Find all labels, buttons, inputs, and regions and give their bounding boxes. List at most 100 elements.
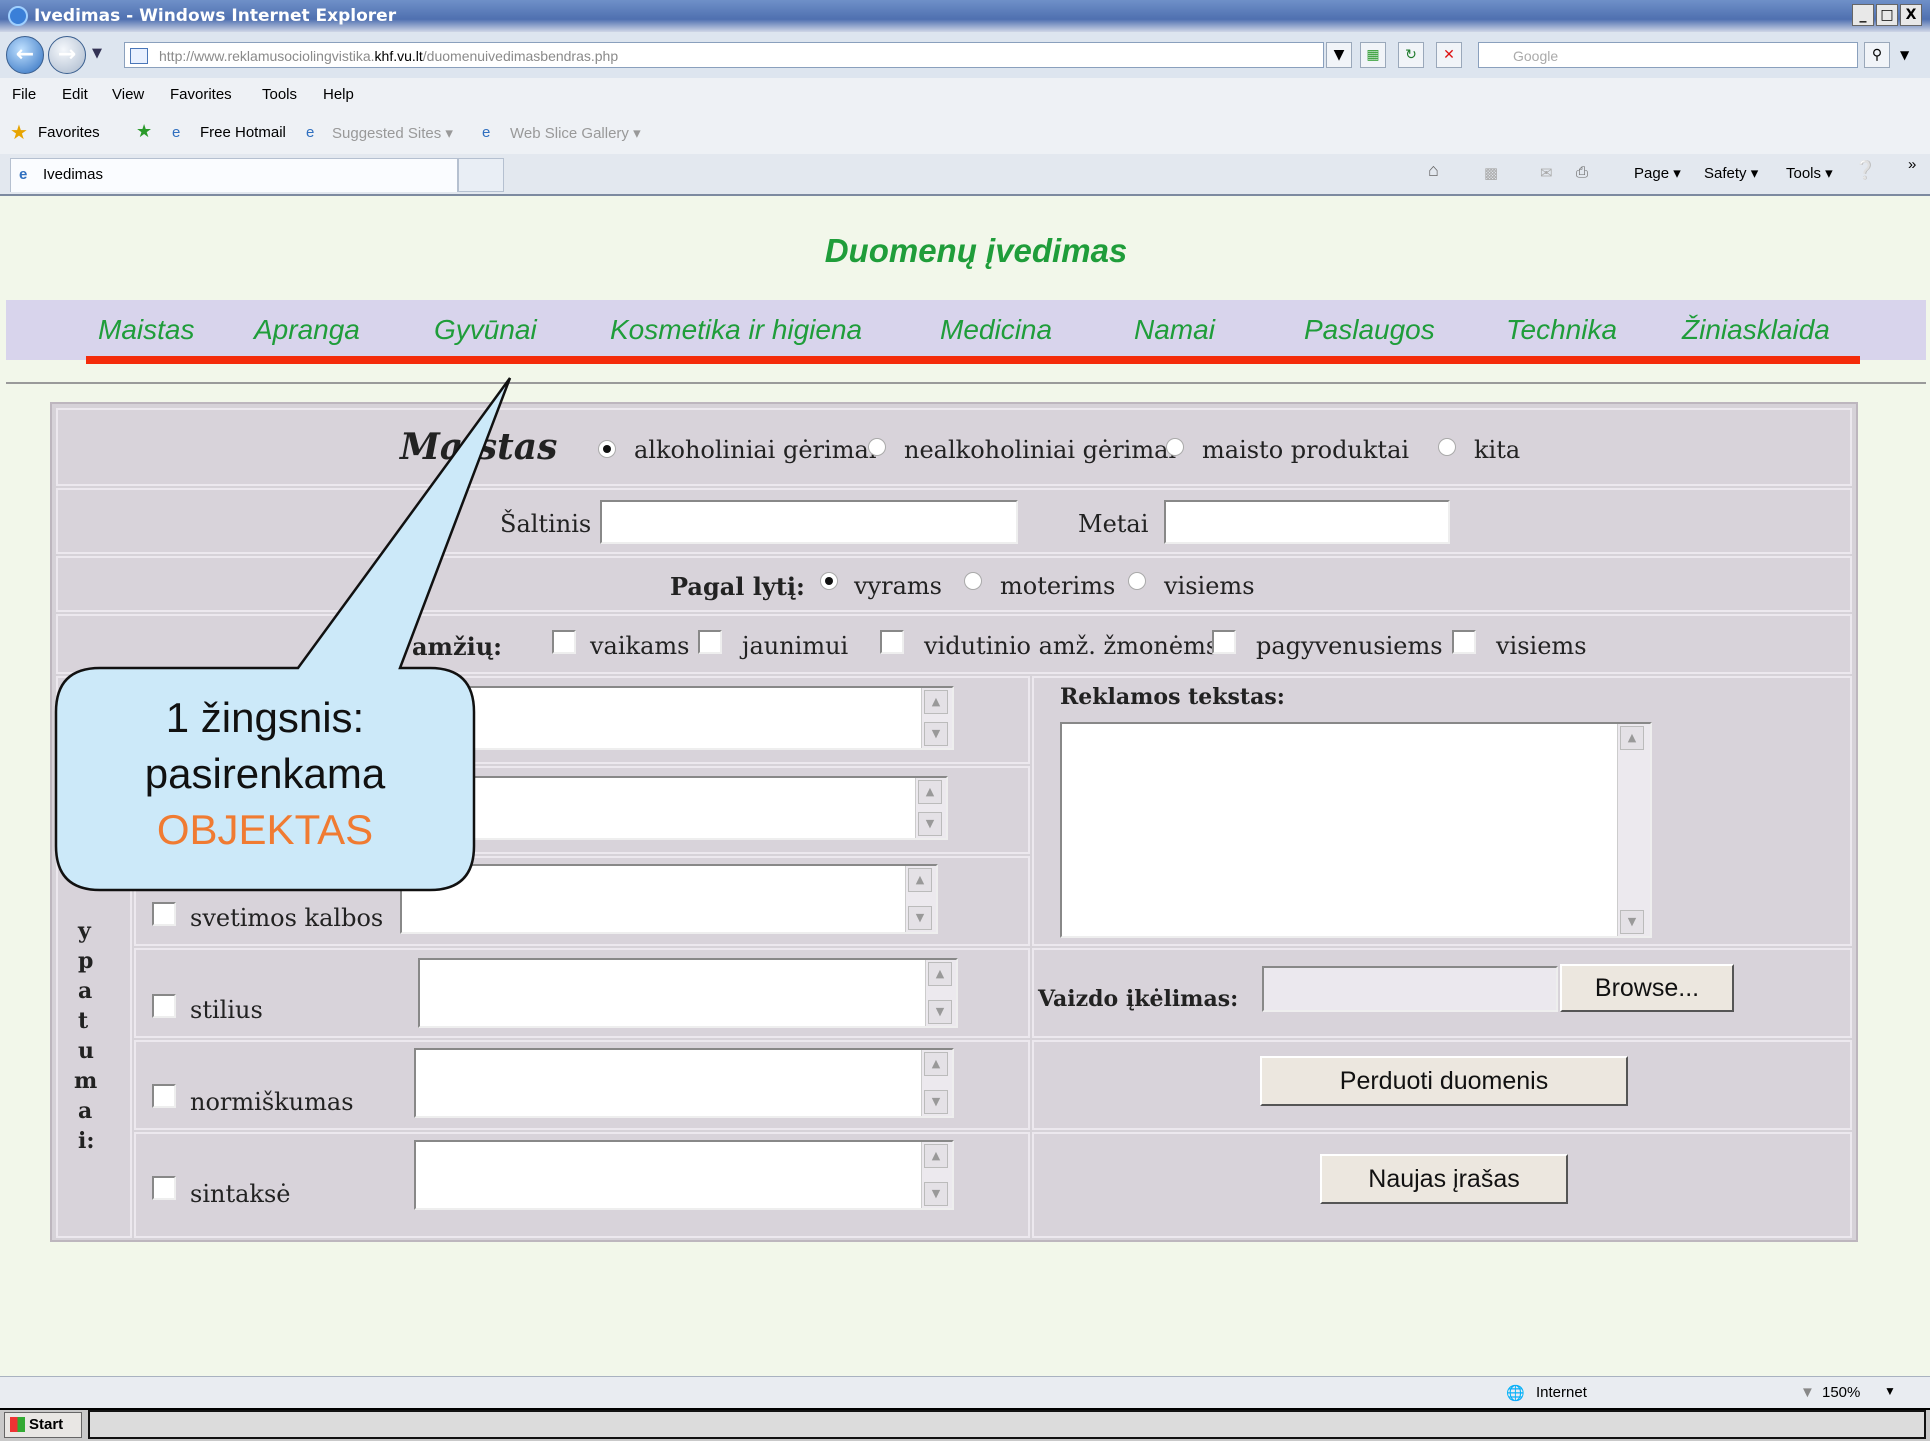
features-label-char: i: [78,1128,95,1154]
checkbox-jaunimui[interactable] [698,630,722,654]
menu-file[interactable]: File [12,86,36,103]
minimize-button[interactable]: _ [1852,4,1874,26]
menu-favorites[interactable]: Favorites [170,86,232,103]
menu-help[interactable]: Help [323,86,354,103]
search-input[interactable]: Google [1478,42,1858,68]
tab-ivedimas[interactable]: e Ivedimas [10,158,458,192]
feature-sintakse-label: sintaksė [190,1180,291,1208]
zoom-level[interactable]: 150% [1822,1384,1860,1401]
fav-web-slice-gallery[interactable]: Web Slice Gallery ▾ [510,124,641,142]
option-maisto-produktai-label: maisto produktai [1202,436,1410,464]
menu-view[interactable]: View [112,86,144,103]
nav-apranga[interactable]: Apranga [254,314,360,346]
mail-icon[interactable]: ✉ [1540,164,1553,182]
globe-icon: 🌐 [1506,1385,1525,1402]
svetimos-kalbos-textarea[interactable]: ▲ ▼ [400,864,938,934]
checkbox-sintakse[interactable] [152,1176,176,1200]
command-page[interactable]: Page ▾ [1634,164,1681,182]
zoom-dropdown-icon[interactable]: ▼ [1884,1384,1896,1398]
ad-text-cell: Reklamos tekstas: ▲ ▼ [1032,676,1852,946]
checkbox-normiskumas[interactable] [152,1084,176,1108]
menu-tools[interactable]: Tools [262,86,297,103]
checkbox-svetimos-kalbos[interactable] [152,902,176,926]
checkbox-vidutinio[interactable] [880,630,904,654]
new-record-cell: Naujas įrašas [1032,1132,1852,1238]
nav-paslaugos[interactable]: Paslaugos [1304,314,1435,346]
feeds-icon[interactable]: ▩ [1484,164,1498,182]
menu-edit[interactable]: Edit [62,86,88,103]
compatibility-view-icon[interactable]: ▦ [1360,42,1386,68]
image-path-input[interactable] [1262,966,1558,1012]
sintakse-textarea[interactable]: ▲ ▼ [414,1140,954,1210]
nav-namai[interactable]: Namai [1134,314,1215,346]
nav-maistas[interactable]: Maistas [98,314,194,346]
add-favorite-icon[interactable]: ★ [136,121,152,142]
forward-button[interactable]: → [48,36,86,74]
option-alkoholiniai-label: alkoholiniai gėrimai [634,436,877,464]
url-field[interactable]: http://www.reklamusociolingvistika.khf.v… [124,42,1324,68]
checkbox-visiems-age[interactable] [1452,630,1476,654]
protected-mode-icon[interactable]: ▼ [1800,1384,1815,1401]
new-tab-button[interactable] [458,158,504,192]
refresh-icon[interactable]: ↻ [1398,42,1424,68]
window-title: Ivedimas - Windows Internet Explorer [34,6,397,26]
ad-text-textarea[interactable]: ▲ ▼ [1060,722,1652,938]
feature-svetimos-kalbos-label: svetimos kalbos [190,904,384,932]
favorites-button[interactable]: Favorites [38,124,100,141]
normiskumas-textarea[interactable]: ▲ ▼ [414,1048,954,1118]
tab-row: e Ivedimas ⌂ ▩ ✉ ⎙ Page ▾ Safety ▾ Tools… [0,154,1930,196]
home-icon[interactable]: ⌂ [1428,160,1439,181]
security-zone: Internet [1536,1384,1587,1401]
callout-line: pasirenkama [144,750,386,797]
maximize-button[interactable]: □ [1876,4,1898,26]
more-commands-icon[interactable]: » [1908,156,1916,173]
nav-medicina[interactable]: Medicina [940,314,1052,346]
radio-vyrams[interactable] [820,572,838,590]
command-safety[interactable]: Safety ▾ [1704,164,1758,182]
radio-moterims[interactable] [964,572,982,590]
url-prefix: http://www.reklamusociolingvistika. [159,48,375,64]
new-record-button[interactable]: Naujas įrašas [1320,1154,1568,1204]
status-bar: 🌐 Internet ▼ 150% ▼ [0,1376,1930,1409]
close-button[interactable]: X [1900,4,1922,26]
stilius-textarea[interactable]: ▲ ▼ [418,958,958,1028]
start-button[interactable]: Start [4,1412,82,1438]
source-input[interactable] [600,500,1018,544]
radio-maisto-produktai[interactable] [1166,438,1184,456]
feature-row-svetimos-kalbos: svetimos kalbos ▲ ▼ [134,856,1030,946]
radio-alkoholiniai[interactable] [598,440,616,458]
year-input[interactable] [1164,500,1450,544]
features-label-char: t [78,1008,89,1034]
help-icon[interactable]: ❔ [1854,160,1876,181]
checkbox-stilius[interactable] [152,994,176,1018]
radio-visiems-gender[interactable] [1128,572,1146,590]
age-vidutinio-label: vidutinio amž. žmonėms [924,632,1219,660]
browse-button[interactable]: Browse... [1560,964,1734,1012]
nav-technika[interactable]: Technika [1506,314,1617,346]
command-tools[interactable]: Tools ▾ [1786,164,1833,182]
search-icon[interactable]: ⚲ [1864,42,1890,68]
search-options-icon[interactable]: ▼ [1900,48,1909,62]
recent-pages-dropdown-icon[interactable]: ▼ [92,46,102,61]
feature-normiskumas-label: normiškumas [190,1088,354,1116]
ie-page-icon: e [172,124,181,141]
windows-logo-icon [10,1417,25,1432]
checkbox-vaikams[interactable] [552,630,576,654]
nav-kosmetika[interactable]: Kosmetika ir higiena [610,314,862,346]
submit-button[interactable]: Perduoti duomenis [1260,1056,1628,1106]
age-visiems-label: visiems [1496,632,1587,660]
radio-kita[interactable] [1438,438,1456,456]
nav-ziniasklaida[interactable]: Žiniasklaida [1682,314,1830,346]
gender-row: Pagal lytį: vyrams moterims visiems [56,556,1852,612]
taskbar-area [88,1410,1926,1439]
fav-suggested-sites[interactable]: Suggested Sites ▾ [332,124,453,142]
back-button[interactable]: ← [6,36,44,74]
fav-free-hotmail[interactable]: Free Hotmail [200,124,286,141]
nav-gyvunai[interactable]: Gyvūnai [434,314,537,346]
address-dropdown-icon[interactable]: ▼ [1326,42,1352,68]
print-icon[interactable]: ⎙ [1576,164,1588,181]
gender-moterims-label: moterims [1000,572,1116,600]
radio-nealkoholiniai[interactable] [868,438,886,456]
checkbox-pagyvenusiems[interactable] [1212,630,1236,654]
stop-icon[interactable]: ✕ [1436,42,1462,68]
